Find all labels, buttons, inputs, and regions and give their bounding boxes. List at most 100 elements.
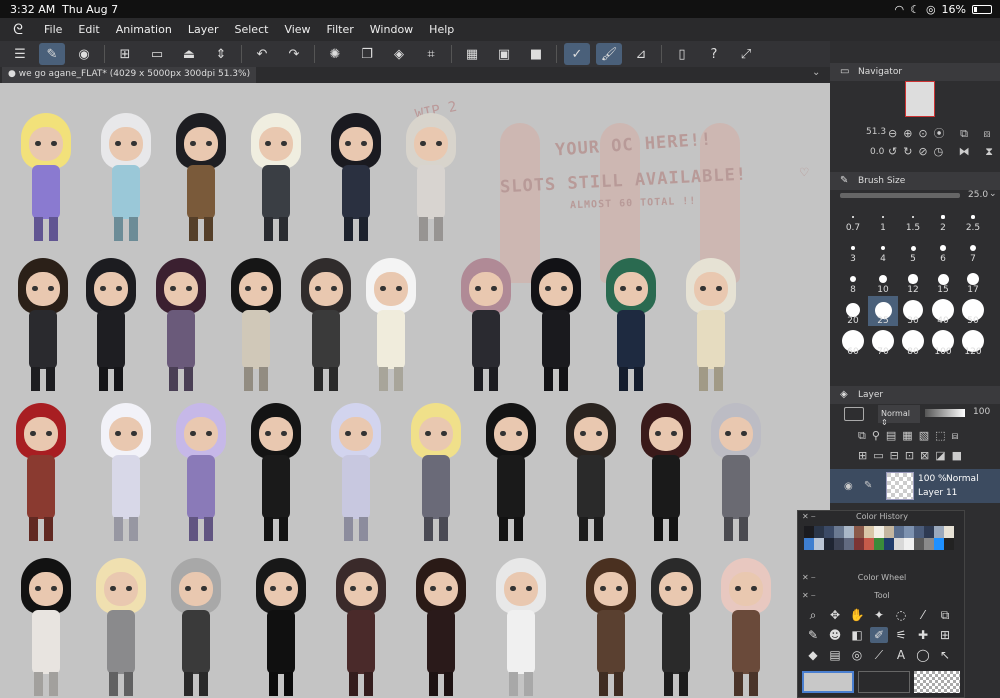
brush-size-dot[interactable]	[908, 274, 918, 284]
brush-icon[interactable]: ✐	[870, 627, 888, 643]
color-swatch[interactable]	[854, 526, 864, 538]
color-swatch[interactable]	[814, 538, 824, 550]
close-icon[interactable]: ✕ ⎯	[802, 512, 815, 522]
brush-size-dot[interactable]	[879, 275, 887, 283]
color-swatch[interactable]	[824, 526, 834, 538]
color-swatch[interactable]	[844, 526, 854, 538]
menu-edit[interactable]: Edit	[70, 23, 107, 36]
chevron-down-icon[interactable]: ⌄	[989, 189, 997, 199]
menu-file[interactable]: File	[36, 23, 70, 36]
redo-icon[interactable]: ↷	[281, 43, 307, 65]
navigator-header[interactable]: ▭ Navigator	[830, 63, 1000, 81]
brush-size-dot[interactable]	[911, 215, 915, 219]
menu-select[interactable]: Select	[227, 23, 277, 36]
brush-size-header[interactable]: ✎ Brush Size	[830, 172, 1000, 190]
menu-layer[interactable]: Layer	[180, 23, 227, 36]
zoom-controls[interactable]: ⊖⊕⊙⦿ ⧉ ⧇	[888, 125, 997, 141]
edit-mode-icon[interactable]: ✎	[39, 43, 65, 65]
transparent-color-swatch[interactable]	[914, 671, 960, 693]
eye-icon[interactable]: ◉	[844, 481, 853, 492]
chevron-down-icon[interactable]: ⌄	[812, 67, 820, 78]
brush-size-dot[interactable]	[966, 272, 980, 286]
color-swatch[interactable]	[924, 538, 934, 550]
color-swatch[interactable]	[894, 526, 904, 538]
brush-tool-icon[interactable]: 🖌	[596, 43, 622, 65]
color-swatch[interactable]	[864, 538, 874, 550]
fill-icon[interactable]: ◆	[804, 647, 822, 663]
color-swatch[interactable]	[914, 526, 924, 538]
color-swatch[interactable]	[834, 526, 844, 538]
color-swatch[interactable]	[904, 538, 914, 550]
app-logo-icon[interactable]: ᘓ	[0, 22, 36, 38]
correction-icon[interactable]: ↖	[936, 647, 954, 663]
brush-size-dot[interactable]	[880, 245, 886, 251]
color-swatch[interactable]	[804, 538, 814, 550]
ruler-icon[interactable]: ⊿	[628, 43, 654, 65]
color-wheel-header[interactable]: ✕ ⎯ Color Wheel	[798, 573, 966, 585]
brush-size-dot[interactable]	[881, 215, 885, 219]
color-swatch[interactable]	[944, 538, 954, 550]
clear-icon[interactable]: ▦	[459, 43, 485, 65]
layer-header[interactable]: ◈ Layer	[830, 386, 1000, 404]
color-swatch[interactable]	[854, 538, 864, 550]
fullscreen-icon[interactable]: ⤢	[733, 43, 759, 65]
drawing-canvas[interactable]: WIP 2 YOUR OC HERE!! SLOTS STILL AVAILAB…	[0, 83, 830, 698]
layer-tool-row-2[interactable]: ⊞▭⊟⊡⊠◪■	[858, 449, 968, 462]
menu-animation[interactable]: Animation	[108, 23, 180, 36]
rotation-controls[interactable]: ↺↻⊘◷ ⧓ ⧗	[888, 145, 999, 159]
move-icon[interactable]: ✥	[826, 607, 844, 623]
text-icon[interactable]: A	[892, 647, 910, 663]
balloon-icon[interactable]: ◯	[914, 647, 932, 663]
color-history-header[interactable]: ✕ ⎯ Color History	[798, 512, 966, 524]
color-swatch[interactable]	[804, 526, 814, 538]
close-icon[interactable]: ✕ ⎯	[802, 573, 815, 583]
layer-tool-row-1[interactable]: ⧉⚲▤▦▧⬚⧈	[858, 429, 964, 443]
brush-size-dot[interactable]	[971, 215, 975, 219]
ruler-icon[interactable]: ⟋	[870, 647, 888, 663]
open-file-icon[interactable]: ▭	[144, 43, 170, 65]
color-swatch[interactable]	[934, 538, 944, 550]
pen-icon[interactable]: ✎	[804, 627, 822, 643]
new-canvas-icon[interactable]: ⊞	[112, 43, 138, 65]
operation-icon[interactable]: ⧉	[936, 607, 954, 623]
magic-wand-icon[interactable]: ✦	[870, 607, 888, 623]
brush-size-dot[interactable]	[941, 215, 945, 219]
brush-size-slider[interactable]	[840, 193, 960, 198]
zoom-icon[interactable]: ⌕	[804, 607, 822, 623]
menu-filter[interactable]: Filter	[319, 23, 362, 36]
pen-tool-icon[interactable]: ✓	[564, 43, 590, 65]
face-icon[interactable]: ☻	[826, 627, 844, 643]
menu-help[interactable]: Help	[421, 23, 462, 36]
color-swatch[interactable]	[944, 526, 954, 538]
menu-view[interactable]: View	[276, 23, 318, 36]
brush-size-dot[interactable]	[910, 245, 916, 251]
decoration-icon[interactable]: ✚	[914, 627, 932, 643]
color-swatch[interactable]	[814, 526, 824, 538]
color-swatch[interactable]	[914, 538, 924, 550]
color-swatch[interactable]	[844, 538, 854, 550]
brush-size-dot[interactable]	[940, 245, 946, 251]
save-icon[interactable]: ⏏	[176, 43, 202, 65]
main-color-swatch[interactable]	[802, 671, 854, 693]
color-swatch[interactable]	[864, 526, 874, 538]
brush-size-dot[interactable]	[851, 215, 855, 219]
hand-icon[interactable]: ✋	[848, 607, 866, 623]
eraser-icon[interactable]: ◧	[848, 627, 866, 643]
brush-size-dot[interactable]	[851, 246, 855, 250]
color-swatch[interactable]	[904, 526, 914, 538]
blend-mode-select[interactable]: Normal ⇕	[878, 405, 920, 427]
eyedropper-icon[interactable]: ⁄	[914, 607, 932, 623]
lasso-icon[interactable]: ◌	[892, 607, 910, 623]
color-swatch[interactable]	[894, 538, 904, 550]
stepper-icon[interactable]: ⇕	[208, 43, 234, 65]
close-icon[interactable]: ✕ ⎯	[802, 591, 815, 601]
color-swatch[interactable]	[934, 526, 944, 538]
invert-icon[interactable]: ■	[523, 43, 549, 65]
brush-size-dot[interactable]	[849, 275, 857, 283]
sub-color-swatch[interactable]	[858, 671, 910, 693]
undo-icon[interactable]: ↶	[249, 43, 275, 65]
frame-icon[interactable]: ⊞	[936, 627, 954, 643]
color-mode-icon[interactable]: ◉	[71, 43, 97, 65]
color-swatch[interactable]	[884, 526, 894, 538]
shape-icon[interactable]: ◎	[848, 647, 866, 663]
